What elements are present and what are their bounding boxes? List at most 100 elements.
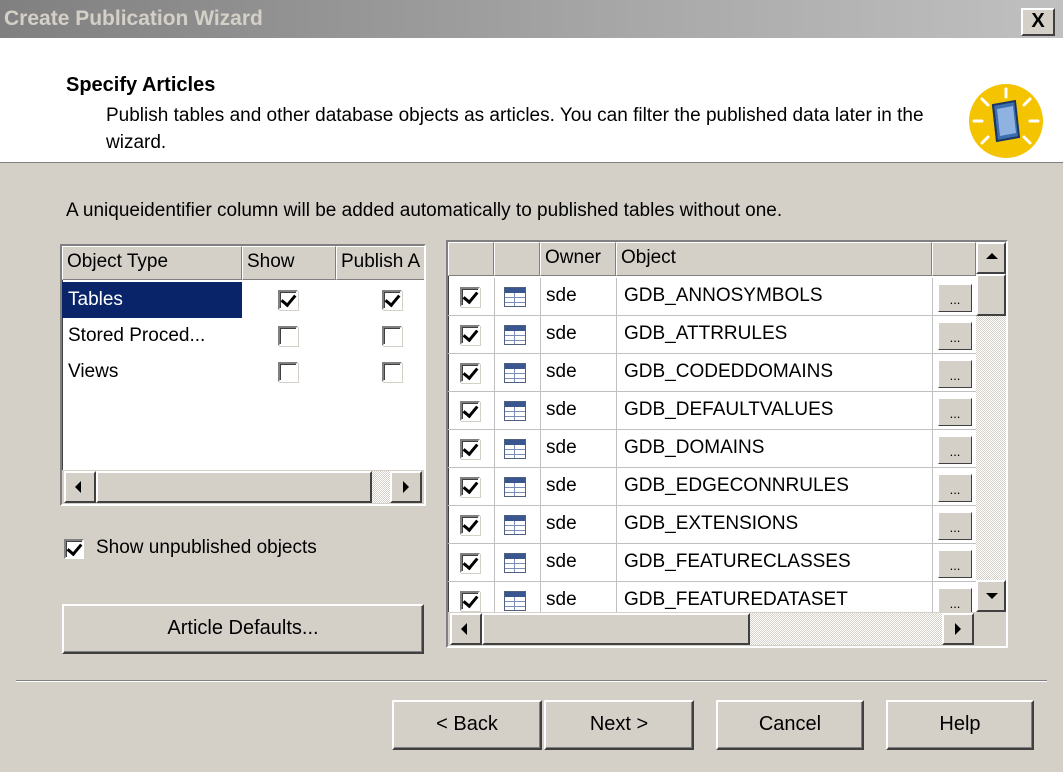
table-row[interactable]: sde GDB_EDGECONNRULES... <box>448 468 976 506</box>
column-divider <box>540 468 541 506</box>
uniqueidentifier-note: A uniqueidentifier column will be added … <box>66 200 783 221</box>
list-row[interactable]: Tables <box>62 282 424 318</box>
article-properties-button[interactable]: ... <box>938 474 972 502</box>
show-checkbox[interactable] <box>278 362 298 382</box>
table-row[interactable]: sde GDB_DEFAULTVALUES... <box>448 392 976 430</box>
horizontal-scrollbar[interactable] <box>62 470 424 504</box>
column-header-owner[interactable]: Owner <box>540 242 616 276</box>
article-properties-button[interactable]: ... <box>938 436 972 464</box>
scroll-thumb[interactable] <box>96 471 372 503</box>
article-checkbox[interactable] <box>460 439 480 459</box>
table-row[interactable]: sde GDB_ANNOSYMBOLS... <box>448 278 976 316</box>
scroll-thumb[interactable] <box>976 274 1006 316</box>
horizontal-scrollbar[interactable] <box>448 612 1006 646</box>
table-row[interactable]: sde GDB_CODEDDOMAINS... <box>448 354 976 392</box>
column-header-object-type[interactable]: Object Type <box>62 246 242 280</box>
publish-checkbox[interactable] <box>382 362 402 382</box>
article-properties-button[interactable]: ... <box>938 398 972 426</box>
article-properties-button[interactable]: ... <box>938 550 972 578</box>
next-button[interactable]: Next > <box>544 700 694 750</box>
article-checkbox[interactable] <box>460 477 480 497</box>
scroll-thumb[interactable] <box>482 613 750 645</box>
object-cell: GDB_ATTRRULES <box>624 323 788 344</box>
table-row[interactable]: sde GDB_ATTRRULES... <box>448 316 976 354</box>
article-properties-button[interactable]: ... <box>938 360 972 388</box>
back-button[interactable]: < Back <box>392 700 542 750</box>
article-properties-button[interactable]: ... <box>938 588 972 612</box>
page-title: Specify Articles <box>66 74 216 96</box>
help-button[interactable]: Help <box>886 700 1034 750</box>
cancel-button[interactable]: Cancel <box>716 700 864 750</box>
table-icon <box>504 591 526 611</box>
column-divider <box>932 316 933 354</box>
column-divider <box>494 506 495 544</box>
owner-cell: sde <box>546 589 577 610</box>
show-unpublished-checkbox[interactable] <box>64 539 84 559</box>
object-cell: GDB_DEFAULTVALUES <box>624 399 834 420</box>
table-icon <box>504 363 526 383</box>
publish-checkbox[interactable] <box>382 326 402 346</box>
table-row[interactable]: sde GDB_FEATURECLASSES... <box>448 544 976 582</box>
list-row[interactable]: Stored Proced... <box>62 318 424 354</box>
column-divider <box>494 278 495 316</box>
close-button[interactable]: X <box>1021 8 1055 36</box>
table-icon <box>504 553 526 573</box>
object-cell: GDB_FEATURECLASSES <box>624 551 851 572</box>
scroll-left-button[interactable] <box>450 613 482 645</box>
table-icon <box>504 401 526 421</box>
window-title: Create Publication Wizard <box>4 7 263 30</box>
table-icon <box>504 477 526 497</box>
article-properties-button[interactable]: ... <box>938 322 972 350</box>
footer-separator <box>16 680 1047 682</box>
article-checkbox[interactable] <box>460 287 480 307</box>
column-divider <box>540 544 541 582</box>
object-cell: GDB_EDGECONNRULES <box>624 475 849 496</box>
column-divider <box>932 392 933 430</box>
column-divider <box>616 468 617 506</box>
column-divider <box>616 506 617 544</box>
object-type-label: Tables <box>62 282 242 318</box>
scroll-track[interactable] <box>976 274 1006 580</box>
column-header-object[interactable]: Object <box>616 242 932 276</box>
article-properties-button[interactable]: ... <box>938 512 972 540</box>
column-divider <box>494 468 495 506</box>
column-divider <box>932 544 933 582</box>
list-row[interactable]: Views <box>62 354 424 390</box>
column-divider <box>616 430 617 468</box>
column-header-check[interactable] <box>448 242 494 276</box>
table-row[interactable]: sde GDB_FEATUREDATASET... <box>448 582 976 612</box>
vertical-scrollbar[interactable] <box>976 242 1006 612</box>
article-checkbox[interactable] <box>460 553 480 573</box>
wizard-header: Specify Articles Publish tables and othe… <box>0 38 1063 162</box>
publish-checkbox[interactable] <box>382 290 402 310</box>
article-list[interactable]: Owner Object sde GDB_ANNOSYMBOLS... sde GDB… <box>446 240 1008 648</box>
scroll-right-button[interactable] <box>942 613 974 645</box>
column-header-properties[interactable] <box>932 242 976 276</box>
column-divider <box>932 506 933 544</box>
scroll-left-button[interactable] <box>64 471 96 503</box>
object-type-list[interactable]: Object Type Show Publish A Tables Stored… <box>60 244 426 506</box>
article-checkbox[interactable] <box>460 401 480 421</box>
column-header-icon[interactable] <box>494 242 540 276</box>
column-header-publish[interactable]: Publish A <box>336 246 424 280</box>
article-rows: sde GDB_ANNOSYMBOLS... sde GDB_ATTRRULES...… <box>448 278 976 612</box>
column-divider <box>540 354 541 392</box>
table-row[interactable]: sde GDB_EXTENSIONS... <box>448 506 976 544</box>
scroll-down-button[interactable] <box>976 580 1006 612</box>
column-divider <box>540 278 541 316</box>
article-defaults-button[interactable]: Article Defaults... <box>62 604 424 654</box>
owner-cell: sde <box>546 399 577 420</box>
show-checkbox[interactable] <box>278 326 298 346</box>
article-checkbox[interactable] <box>460 325 480 345</box>
article-properties-button[interactable]: ... <box>938 284 972 312</box>
column-divider <box>932 354 933 392</box>
column-header-show[interactable]: Show <box>242 246 336 280</box>
table-row[interactable]: sde GDB_DOMAINS... <box>448 430 976 468</box>
article-checkbox[interactable] <box>460 363 480 383</box>
table-icon <box>504 325 526 345</box>
scroll-up-button[interactable] <box>976 242 1006 274</box>
article-checkbox[interactable] <box>460 515 480 535</box>
scroll-right-button[interactable] <box>390 471 422 503</box>
article-checkbox[interactable] <box>460 591 480 611</box>
show-checkbox[interactable] <box>278 290 298 310</box>
